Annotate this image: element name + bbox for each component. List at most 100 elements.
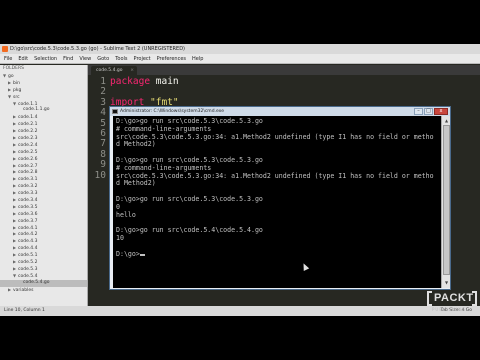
tree-item-label: pkg xyxy=(13,87,22,93)
tree-item-label: code.5.4.go xyxy=(23,279,50,285)
window-title: D:\go\src\code.5.3\code.5.3.go (go) - Su… xyxy=(10,46,185,52)
console-line: 0 xyxy=(116,202,120,211)
menu-item-find[interactable]: Find xyxy=(63,56,73,62)
tree-folder[interactable]: ▶ code.2.6 xyxy=(0,156,87,163)
tree-item-label: code.3.5 xyxy=(18,204,38,210)
console-line: D:\go> xyxy=(116,250,439,259)
maximize-button[interactable]: □ xyxy=(424,108,433,115)
tree-folder[interactable]: ▶ code.1.4 xyxy=(0,114,87,121)
tree-folder[interactable]: ▶ code.2.5 xyxy=(0,149,87,156)
cmd-window[interactable]: Administrator: C:\Windows\system32\cmd.e… xyxy=(109,106,451,290)
tab-code-5-4[interactable]: code.5.4.go × xyxy=(91,66,137,75)
tree-folder[interactable]: ▼ code.5.4 xyxy=(0,273,87,280)
tree-folder[interactable]: ▶ pkg xyxy=(0,87,87,94)
cmd-scrollbar[interactable]: ▲ ▼ xyxy=(441,116,450,288)
console-line: src\code.5.3\code.5.3.go:34: a1.Method2 … xyxy=(116,132,434,141)
tree-file[interactable]: code.5.4.go xyxy=(0,279,87,287)
tree-folder[interactable]: ▶ code.2.8 xyxy=(0,169,87,176)
tree-item-label: code.5.3 xyxy=(18,266,38,272)
tree-item-label: code.2.4 xyxy=(18,142,38,148)
tab-strip: code.5.4.go × xyxy=(88,65,480,75)
window-controls: – □ x xyxy=(413,108,448,115)
tree-file[interactable]: code.1.1.go xyxy=(0,107,87,114)
code-text: package main import "fmt" xyxy=(110,76,179,108)
tree-item-label: code.3.1 xyxy=(18,177,38,183)
tree-folder[interactable]: ▶ code.5.2 xyxy=(0,259,87,266)
cmd-title-bar[interactable]: Administrator: C:\Windows\system32\cmd.e… xyxy=(110,107,450,116)
tree-folder[interactable]: ▶ code.3.6 xyxy=(0,211,87,218)
tree-item-label: code.3.7 xyxy=(18,218,38,224)
tree-folder[interactable]: ▶ variables xyxy=(0,287,87,294)
tree-item-label: code.3.6 xyxy=(18,211,38,217)
status-bar: Line 10, Column 1 Tab Size: 4 Go xyxy=(0,306,480,316)
tree-folder[interactable]: ▼ go xyxy=(0,73,87,80)
console-output[interactable]: D:\go>go run src\code.5.3\code.5.3.go # c… xyxy=(113,116,441,288)
sidebar: FOLDERS ▼ go ▶ bin ▶ pkg ▼ src ▼ code.1.1 code.1.1… xyxy=(0,65,88,306)
tree-item-label: code.5.4 xyxy=(18,273,38,279)
tree-folder[interactable]: ▶ bin xyxy=(0,80,87,87)
tree-folder[interactable]: ▶ code.3.5 xyxy=(0,204,87,211)
tree-folder[interactable]: ▶ code.4.1 xyxy=(0,225,87,232)
scroll-up-icon[interactable]: ▲ xyxy=(443,117,450,124)
tree-folder[interactable]: ▶ code.3.3 xyxy=(0,190,87,197)
sidebar-header: FOLDERS xyxy=(3,66,24,71)
menu-bar: File Edit Selection Find View Goto Tools Projec… xyxy=(0,54,480,64)
tree-folder[interactable]: ▶ code.3.7 xyxy=(0,218,87,225)
tree-folder[interactable]: ▶ code.2.7 xyxy=(0,163,87,170)
tree-item-label: code.3.4 xyxy=(18,198,38,204)
menu-item-tools[interactable]: Tools xyxy=(115,56,127,62)
tree-item-label: code.4.2 xyxy=(18,232,38,238)
tree-folder[interactable]: ▶ code.5.3 xyxy=(0,266,87,273)
tree-folder[interactable]: ▶ code.3.4 xyxy=(0,197,87,204)
tree-item-label: code.2.6 xyxy=(18,156,38,162)
console-line: d Method2) xyxy=(116,140,156,149)
tree-folder[interactable]: ▶ code.4.3 xyxy=(0,238,87,245)
tree-folder[interactable]: ▶ code.3.2 xyxy=(0,183,87,190)
tree-folder[interactable]: ▶ code.2.3 xyxy=(0,135,87,142)
tab-close-icon[interactable]: × xyxy=(130,66,134,75)
menu-item-help[interactable]: Help xyxy=(192,56,203,62)
status-position: Line 10, Column 1 xyxy=(4,308,45,313)
folder-tree: ▼ go ▶ bin ▶ pkg ▼ src ▼ code.1.1 code.1.1.go ▶ code… xyxy=(0,73,87,294)
console-line: D:\go>go run src\code.5.3\code.5.3.go xyxy=(116,194,263,203)
menu-item-file[interactable]: File xyxy=(4,56,12,62)
tree-item-label: code.4.4 xyxy=(18,246,38,252)
minimize-button[interactable]: – xyxy=(414,108,423,115)
tree-folder[interactable]: ▶ code.4.4 xyxy=(0,245,87,252)
package-name: main xyxy=(150,76,179,87)
console-line: d Method2) xyxy=(116,179,156,188)
console-text: D:\go>go run src\code.5.3\code.5.3.go # c… xyxy=(113,116,441,258)
close-button[interactable]: x xyxy=(434,108,448,115)
menu-item-goto[interactable]: Goto xyxy=(97,56,109,62)
tree-item-label: code.2.8 xyxy=(18,170,38,176)
logo-bracket-left xyxy=(427,291,432,306)
tree-item-label: src xyxy=(13,94,20,100)
menu-item-project[interactable]: Project xyxy=(134,56,151,62)
tree-folder[interactable]: ▶ code.2.1 xyxy=(0,121,87,128)
tree-item-label: code.3.2 xyxy=(18,184,38,190)
title-bar: D:\go\src\code.5.3\code.5.3.go (go) - Su… xyxy=(0,44,480,54)
cmd-icon xyxy=(112,109,118,114)
tree-item-label: code.1.1 xyxy=(18,101,38,107)
tree-folder[interactable]: ▶ code.4.2 xyxy=(0,231,87,238)
tree-item-label: code.1.4 xyxy=(18,115,38,121)
scroll-thumb[interactable] xyxy=(443,125,450,275)
menu-item-selection[interactable]: Selection xyxy=(34,56,57,62)
scroll-down-icon[interactable]: ▼ xyxy=(443,279,450,286)
tree-folder[interactable]: ▶ code.2.4 xyxy=(0,142,87,149)
tree-item-label: code.2.1 xyxy=(18,122,38,128)
menu-item-preferences[interactable]: Preferences xyxy=(157,56,186,62)
menu-item-view[interactable]: View xyxy=(79,56,91,62)
tree-folder[interactable]: ▶ code.3.1 xyxy=(0,176,87,183)
tree-item-label: bin xyxy=(13,80,20,86)
sublime-app-icon xyxy=(2,46,8,52)
tree-folder[interactable]: ▶ code.2.2 xyxy=(0,128,87,135)
tree-item-label: code.5.2 xyxy=(18,260,38,266)
line-number-gutter: 1 2 3 4 5 6 7 8 9 10 xyxy=(88,76,106,181)
menu-item-edit[interactable]: Edit xyxy=(18,56,28,62)
tree-item-label: code.3.3 xyxy=(18,191,38,197)
tree-folder[interactable]: ▼ src xyxy=(0,94,87,101)
tree-item-label: code.2.5 xyxy=(18,149,38,155)
tree-folder[interactable]: ▶ code.5.1 xyxy=(0,252,87,259)
tree-item-label: code.2.7 xyxy=(18,163,38,169)
